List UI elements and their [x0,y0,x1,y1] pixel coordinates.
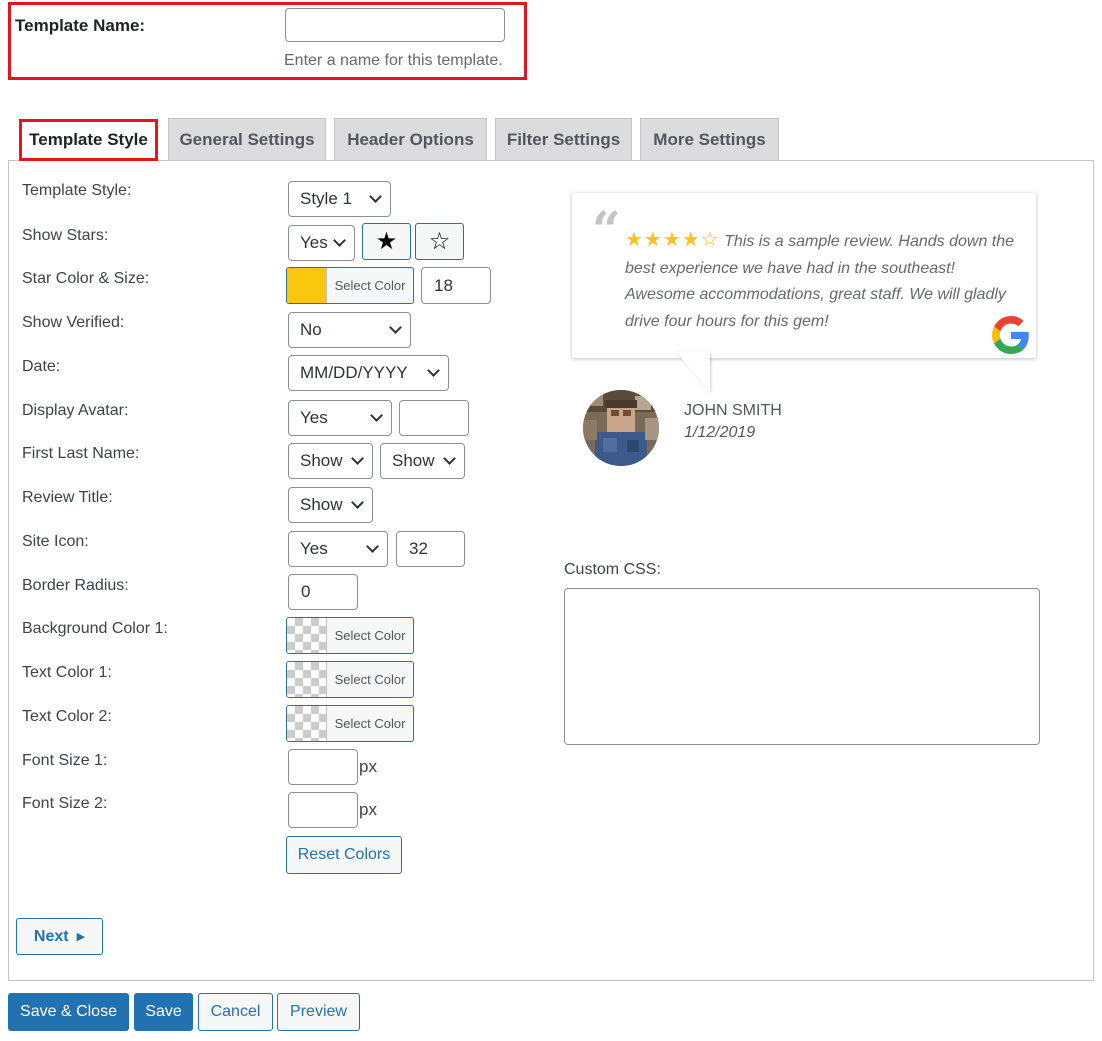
tab-general-settings[interactable]: General Settings [168,118,326,160]
text-color-1-picker[interactable]: Select Color [286,661,414,698]
text-color-1-label: Text Color 1: [22,664,112,681]
preview-button[interactable]: Preview [277,993,360,1031]
chevron-down-icon [351,452,364,465]
transparent-swatch [287,662,327,697]
date-format-value: MM/DD/YYYY [300,363,408,382]
star-color-swatch [287,268,327,303]
avatar [583,390,659,466]
site-icon-select[interactable]: Yes [288,531,388,567]
custom-css-textarea[interactable] [564,588,1040,745]
select-color-label: Select Color [334,716,406,731]
tab-template-style[interactable]: Template Style [19,119,158,161]
review-title-select[interactable]: Show [288,487,373,523]
review-title-label: Review Title: [22,489,113,506]
last-name-value: Show [392,451,435,470]
template-style-label: Template Style: [22,182,132,199]
font-size-1-unit: px [359,757,377,776]
reviewer-name: JOHN SMITH [684,402,782,419]
chevron-down-icon [333,234,346,247]
outline-star-button[interactable]: ☆ [415,223,464,260]
font-size-1-input[interactable] [288,749,358,785]
bg-color-1-picker[interactable]: Select Color [286,617,414,654]
border-radius-label: Border Radius: [22,577,129,594]
font-size-2-input[interactable] [288,792,358,828]
google-icon [992,316,1029,354]
show-stars-value: Yes [300,233,328,252]
chevron-down-icon [366,540,379,553]
filled-star-button[interactable]: ★ [362,223,411,260]
show-verified-select[interactable]: No [288,312,411,348]
first-name-value: Show [300,451,343,470]
avatar-extra-input[interactable] [399,400,469,436]
display-avatar-label: Display Avatar: [22,402,129,419]
template-name-input[interactable] [285,8,505,42]
bg-color-1-label: Background Color 1: [22,620,168,637]
transparent-swatch [287,706,327,741]
border-radius-input[interactable]: 0 [288,574,358,610]
reset-colors-button[interactable]: Reset Colors [286,836,402,874]
template-name-help: Enter a name for this template. [284,52,503,69]
caret-right-icon: ▶ [76,931,86,943]
save-close-button[interactable]: Save & Close [8,993,129,1031]
tab-more-settings[interactable]: More Settings [640,118,779,160]
font-size-2-unit: px [359,800,377,819]
chevron-down-icon [351,496,364,509]
chevron-down-icon [370,409,383,422]
star-color-picker[interactable]: Select Color [286,267,414,304]
save-button[interactable]: Save [134,993,193,1031]
next-button-label: Next [33,927,69,945]
transparent-swatch [287,618,327,653]
quote-icon: “ [592,200,621,259]
show-stars-select[interactable]: Yes [288,225,355,261]
last-name-select[interactable]: Show [380,443,465,479]
select-color-label: Select Color [334,672,406,687]
review-stars: ★★★★☆ [625,229,720,251]
text-color-2-picker[interactable]: Select Color [286,705,414,742]
show-verified-value: No [300,320,322,339]
review-text: ★★★★☆ This is a sample review. Hands dow… [625,227,1020,335]
chevron-down-icon [427,364,440,377]
display-avatar-select[interactable]: Yes [288,400,392,436]
tab-filter-settings[interactable]: Filter Settings [495,118,632,160]
select-color-label: Select Color [334,628,406,643]
font-size-2-label: Font Size 2: [22,795,108,812]
star-outline-icon: ☆ [428,228,451,255]
star-size-input[interactable]: 18 [421,267,491,304]
site-icon-size-input[interactable]: 32 [396,531,465,567]
date-label: Date: [22,358,61,375]
date-format-select[interactable]: MM/DD/YYYY [288,355,449,391]
review-card-tail [676,352,710,392]
chevron-down-icon [369,190,382,203]
site-icon-value: Yes [300,539,328,558]
font-size-1-label: Font Size 1: [22,752,108,769]
template-style-value: Style 1 [300,189,352,208]
review-title-value: Show [300,495,343,514]
chevron-down-icon [389,321,402,334]
cancel-button[interactable]: Cancel [198,993,273,1031]
select-color-label: Select Color [334,278,406,293]
text-color-2-label: Text Color 2: [22,708,112,725]
site-icon-label: Site Icon: [22,533,89,550]
first-name-select[interactable]: Show [288,443,373,479]
show-stars-label: Show Stars: [22,227,109,244]
review-date: 1/12/2019 [684,424,756,441]
template-name-label: Template Name: [15,16,146,35]
chevron-down-icon [443,452,456,465]
display-avatar-value: Yes [300,408,328,427]
custom-css-label: Custom CSS: [564,561,661,578]
tab-header-options[interactable]: Header Options [334,118,487,160]
next-button[interactable]: Next ▶ [16,918,103,955]
star-filled-icon: ★ [375,228,398,255]
show-verified-label: Show Verified: [22,314,125,331]
template-style-select[interactable]: Style 1 [288,181,391,217]
first-last-name-label: First Last Name: [22,445,140,462]
star-color-size-label: Star Color & Size: [22,270,150,287]
